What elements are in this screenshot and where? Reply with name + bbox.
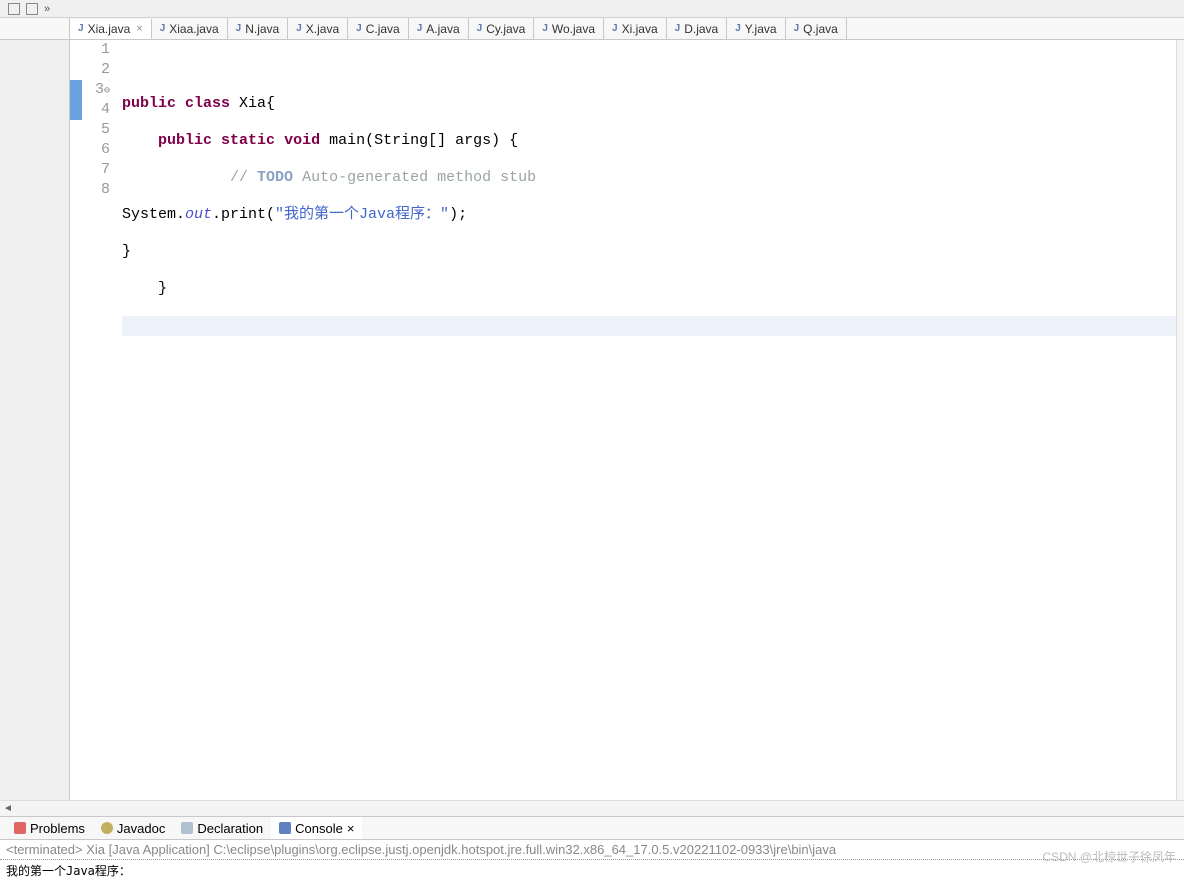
editor-area: 1 2 3⊖ 4 5 6 7 8 public class Xia{ publi… bbox=[0, 40, 1184, 800]
code-editor[interactable]: 1 2 3⊖ 4 5 6 7 8 public class Xia{ publi… bbox=[70, 40, 1184, 800]
java-file-icon: J bbox=[417, 23, 423, 34]
tab-n[interactable]: JN.java bbox=[228, 18, 289, 39]
tab-label: Cy.java bbox=[486, 22, 525, 36]
tab-xia[interactable]: J Xia.java × bbox=[70, 19, 152, 40]
line-numbers: 1 2 3⊖ 4 5 6 7 8 bbox=[82, 40, 118, 800]
java-file-icon: J bbox=[735, 23, 741, 34]
code-line: // TODO Auto-generated method stub bbox=[122, 168, 1176, 188]
java-file-icon: J bbox=[675, 23, 681, 34]
tab-a[interactable]: JA.java bbox=[409, 18, 469, 39]
java-file-icon: J bbox=[542, 23, 548, 34]
tab-label: C.java bbox=[366, 22, 400, 36]
left-gutter bbox=[0, 40, 70, 800]
java-file-icon: J bbox=[296, 23, 302, 34]
console-icon bbox=[279, 822, 291, 834]
editor-hscroll[interactable]: ◄ bbox=[0, 800, 1184, 816]
viewtab-console[interactable]: Console × bbox=[271, 817, 362, 839]
code-line: public static void main(String[] args) { bbox=[122, 131, 1176, 151]
java-file-icon: J bbox=[794, 23, 800, 34]
tab-label: Y.java bbox=[745, 22, 777, 36]
tab-label: Xiaa.java bbox=[169, 22, 218, 36]
chevron-icon[interactable]: » bbox=[44, 3, 50, 15]
javadoc-icon bbox=[101, 822, 113, 834]
marker-line3[interactable] bbox=[70, 80, 82, 100]
tab-q[interactable]: JQ.java bbox=[786, 18, 847, 39]
close-icon[interactable]: × bbox=[136, 23, 142, 35]
tab-d[interactable]: JD.java bbox=[667, 18, 728, 39]
console-header: <terminated> Xia [Java Application] C:\e… bbox=[0, 840, 1184, 860]
problems-icon bbox=[14, 822, 26, 834]
java-file-icon: J bbox=[236, 23, 242, 34]
tab-label: X.java bbox=[306, 22, 339, 36]
code-line: System.out.print("我的第一个Java程序："); bbox=[122, 205, 1176, 225]
close-icon[interactable]: × bbox=[347, 821, 355, 836]
tab-c[interactable]: J C.java bbox=[348, 18, 409, 39]
viewtab-problems[interactable]: Problems bbox=[6, 817, 93, 839]
fold-icon[interactable]: ⊖ bbox=[104, 86, 110, 97]
min-icon[interactable] bbox=[8, 3, 20, 15]
viewtab-declaration[interactable]: Declaration bbox=[173, 817, 271, 839]
tab-label: Wo.java bbox=[552, 22, 595, 36]
code-line: } bbox=[122, 279, 1176, 299]
java-file-icon: J bbox=[356, 23, 362, 34]
code-line: } bbox=[122, 242, 1176, 262]
tab-label: A.java bbox=[426, 22, 459, 36]
tab-cy[interactable]: JCy.java bbox=[469, 18, 535, 39]
toolbar-strip: » bbox=[0, 0, 1184, 18]
tab-x[interactable]: J X.java bbox=[288, 18, 348, 39]
tab-xiaa[interactable]: JXiaa.java bbox=[152, 18, 228, 39]
max-icon[interactable] bbox=[26, 3, 38, 15]
code-line: public class Xia{ bbox=[122, 94, 1176, 114]
tabbar-left-gutter bbox=[0, 18, 70, 39]
java-file-icon: J bbox=[477, 23, 483, 34]
viewtab-javadoc[interactable]: Javadoc bbox=[93, 817, 173, 839]
code-line-current bbox=[122, 316, 1176, 336]
java-file-icon: J bbox=[612, 23, 618, 34]
tab-label: D.java bbox=[684, 22, 718, 36]
code-line bbox=[122, 57, 1176, 77]
editor-tabs: J Xia.java × JXiaa.java JN.java JX.java … bbox=[0, 18, 1184, 40]
scroll-left-icon[interactable]: ◄ bbox=[0, 803, 16, 814]
overview-ruler[interactable] bbox=[1176, 40, 1184, 800]
tab-label: Q.java bbox=[803, 22, 838, 36]
java-file-icon: J bbox=[160, 23, 166, 34]
marker-line4[interactable] bbox=[70, 100, 82, 120]
java-file-icon: J bbox=[78, 23, 84, 34]
tab-wo[interactable]: J Wo.java bbox=[534, 18, 604, 39]
tab-label: N.java bbox=[245, 22, 279, 36]
code-content[interactable]: public class Xia{ public static void mai… bbox=[122, 40, 1176, 800]
declaration-icon bbox=[181, 822, 193, 834]
marker-column bbox=[70, 40, 82, 800]
view-tabs: Problems Javadoc Declaration Console × bbox=[0, 816, 1184, 840]
console-output[interactable]: 我的第一个Java程序： bbox=[0, 860, 1184, 881]
tab-xi[interactable]: J Xi.java bbox=[604, 18, 667, 39]
tab-label: Xia.java bbox=[88, 22, 131, 36]
tab-y[interactable]: J Y.java bbox=[727, 18, 785, 39]
tab-label: Xi.java bbox=[622, 22, 658, 36]
